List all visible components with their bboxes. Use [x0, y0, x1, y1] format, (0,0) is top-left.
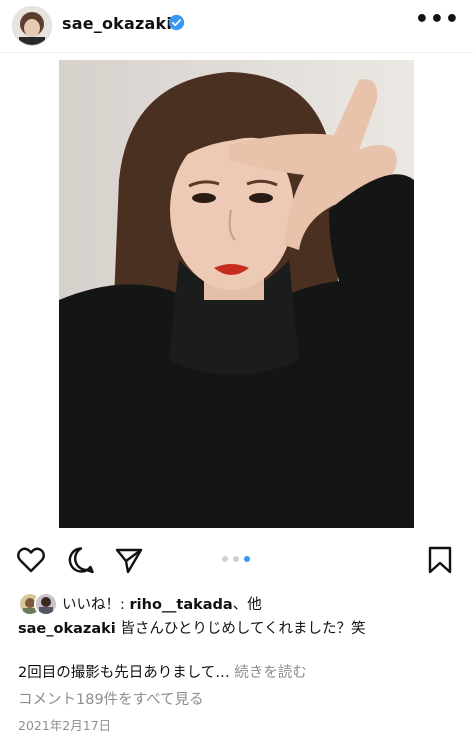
avatar[interactable] [12, 6, 52, 46]
carousel-dot [233, 556, 239, 562]
more-icon[interactable]: ••• [415, 9, 460, 31]
caption: sae_okazaki 皆さんひとりじめしてくれました？笑 [18, 617, 366, 638]
caption-username[interactable]: sae_okazaki [18, 621, 116, 637]
likes-user[interactable]: riho__takada [130, 597, 233, 613]
comment-preview: 2回目の撮影も先日ありまして… 続きを読む [18, 661, 307, 682]
post-photo[interactable] [59, 60, 414, 528]
liker-avatar [34, 592, 58, 616]
read-more-link[interactable]: 続きを読む [234, 665, 307, 681]
caption-text: 皆さんひとりじめしてくれました？笑 [115, 621, 366, 637]
bookmark-icon[interactable] [425, 545, 455, 575]
post-header: sae_okazaki ••• [0, 0, 474, 53]
post-date: 2021年2月17日 [18, 718, 112, 733]
carousel-dot-active [244, 556, 250, 562]
post-actions [0, 534, 474, 582]
likes-text[interactable]: いいね！: riho__takada、他 [62, 593, 262, 614]
carousel-dot [222, 556, 228, 562]
comment-text: 2回目の撮影も先日ありまして… [18, 665, 230, 681]
portrait-photo [59, 60, 414, 528]
post-username[interactable]: sae_okazaki [62, 14, 172, 33]
share-icon[interactable] [114, 545, 144, 575]
comment-icon[interactable] [66, 545, 96, 575]
verified-badge-icon [168, 14, 185, 31]
view-all-comments-link[interactable]: コメント189件をすべて見る [18, 688, 204, 709]
likes-suffix: 、他 [232, 597, 262, 613]
likes-prefix: いいね！: [62, 597, 130, 613]
carousel-indicator [222, 556, 254, 564]
heart-icon[interactable] [16, 545, 46, 575]
